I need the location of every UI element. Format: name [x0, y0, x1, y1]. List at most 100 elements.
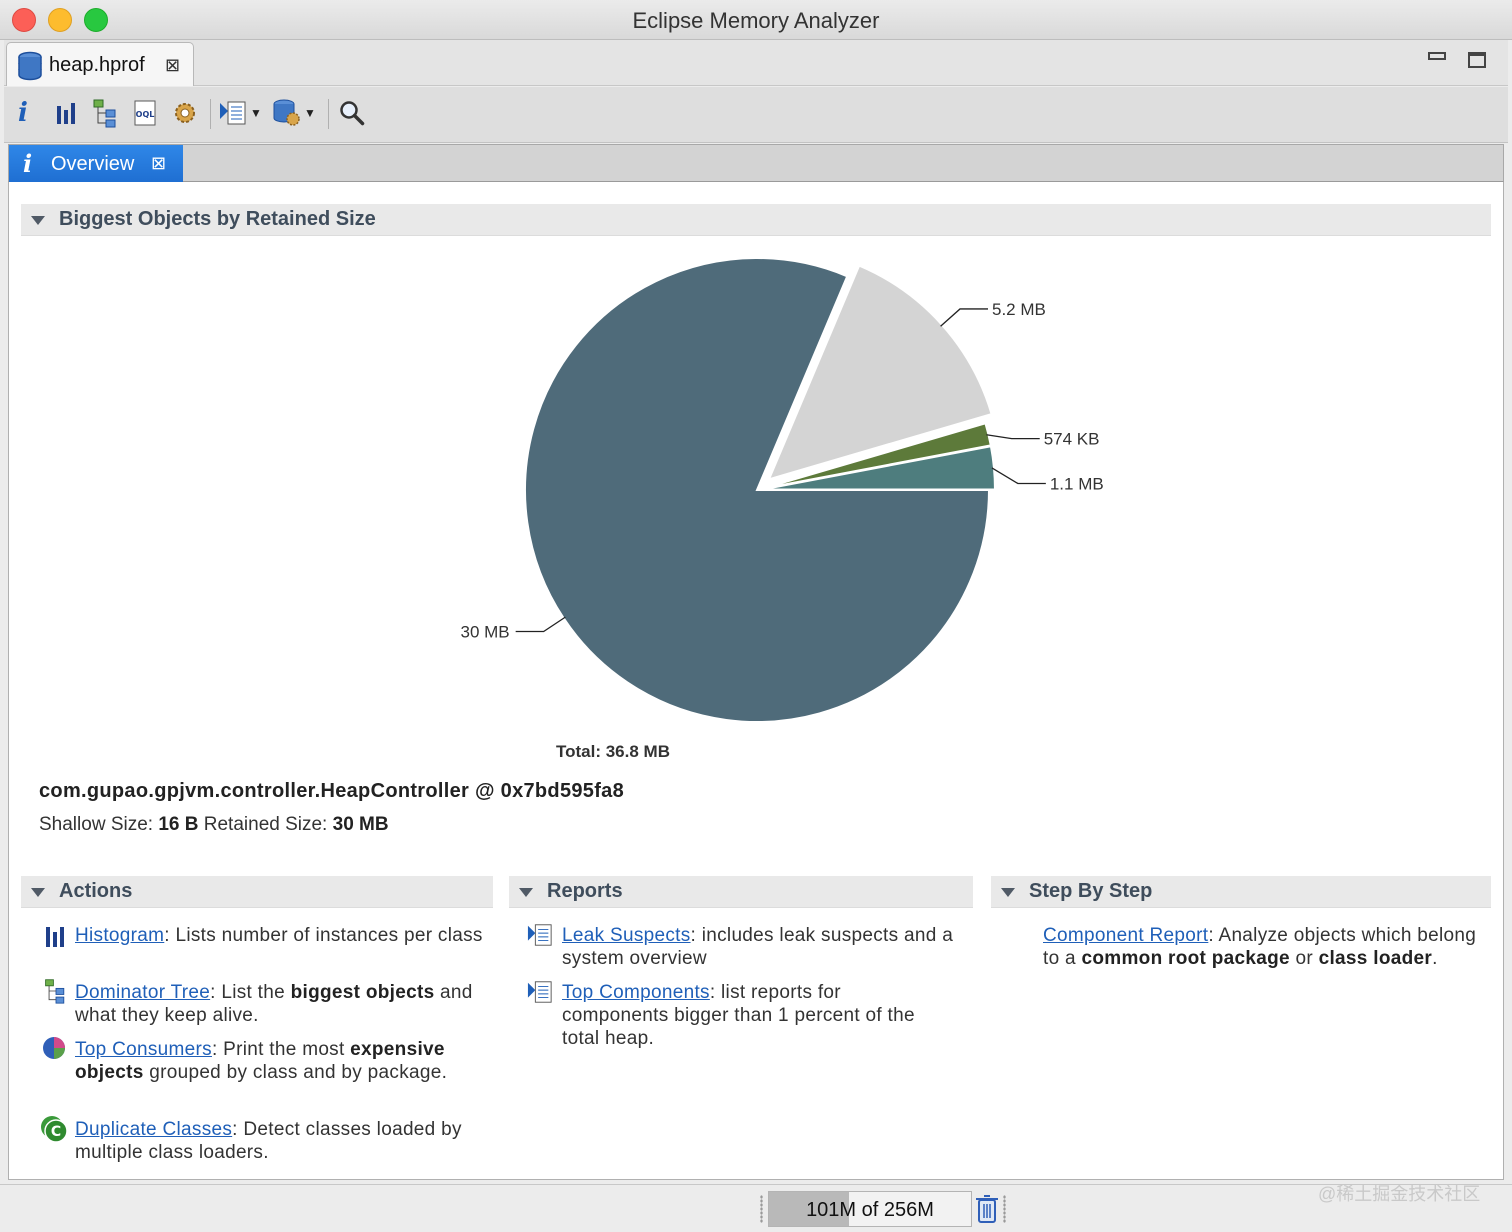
gear-icon — [175, 103, 195, 123]
chevron-down-icon[interactable]: ▼ — [304, 106, 316, 120]
top-consumers-text-1: Print the most — [223, 1039, 345, 1060]
editor-tab-heap[interactable]: heap.hprof ⊠ — [6, 42, 194, 86]
histogram-description: Lists number of instances per class — [175, 925, 483, 946]
oql-icon: OQL — [134, 100, 156, 126]
report-icon — [527, 981, 552, 1003]
window-title: Eclipse Memory Analyzer — [632, 8, 880, 33]
watermark: @稀土掘金技术社区 — [1318, 1184, 1481, 1204]
component-report-text-3: . — [1432, 948, 1438, 969]
svg-text:C: C — [51, 1124, 61, 1140]
retained-size-value: 30 MB — [332, 814, 389, 835]
duplicate-classes-link[interactable]: Duplicate Classes — [75, 1119, 232, 1140]
pie-leader-line — [515, 616, 566, 633]
collapse-triangle-icon — [31, 888, 45, 897]
step-component-report: Component Report: Analyze objects which … — [1043, 924, 1483, 970]
title-bar: Eclipse Memory Analyzer — [0, 0, 1512, 40]
action-top-consumers: Top Consumers: Print the most expensive … — [75, 1038, 485, 1084]
pie-total-label: Total: 36.8 MB — [556, 742, 670, 761]
heap-status[interactable]: 101M of 256M — [768, 1191, 972, 1227]
info-icon: i — [18, 98, 28, 128]
actions-title: Actions — [59, 880, 133, 902]
selected-object-sizes: Shallow Size: 16 B Retained Size: 30 MB — [39, 814, 389, 836]
status-grip — [1003, 1195, 1006, 1223]
heap-status-text: 101M of 256M — [806, 1199, 934, 1221]
pie-slice-label: 1.1 MB — [1050, 474, 1104, 493]
dominator-tree-text-1: List the — [221, 982, 285, 1003]
toolbar-separator — [328, 99, 329, 129]
chevron-down-icon[interactable]: ▼ — [250, 106, 262, 120]
item-separator: : — [690, 925, 697, 946]
svg-text:OQL: OQL — [136, 110, 155, 119]
step-by-step-title: Step By Step — [1029, 880, 1153, 902]
component-report-bold-1: common root package — [1081, 948, 1290, 969]
histogram-icon — [57, 103, 75, 124]
leak-suspects-link[interactable]: Leak Suspects — [562, 925, 691, 946]
oql-button[interactable]: OQL — [132, 97, 158, 129]
component-report-text-2: or — [1295, 948, 1314, 969]
query-browser-icon — [273, 99, 300, 126]
editor-tab-bar: heap.hprof ⊠ — [4, 40, 1508, 86]
overview-pane: Biggest Objects by Retained Size 30 MB 5.… — [8, 182, 1504, 1180]
dominator-tree-icon — [45, 979, 65, 1004]
find-object-button[interactable] — [338, 97, 366, 129]
pie-slice-label: 5.2 MB — [992, 300, 1046, 319]
pie-leader-line — [991, 467, 1046, 485]
toolbar: i OQL ▼ ▼ — [4, 87, 1508, 143]
status-bar: 101M of 256M — [0, 1184, 1512, 1232]
retained-size-label: Retained Size: — [203, 814, 328, 835]
info-icon: i — [23, 149, 33, 178]
query-browser-button[interactable]: ▼ — [272, 97, 316, 129]
dominator-tree-link[interactable]: Dominator Tree — [75, 982, 210, 1003]
component-report-bold-2: class loader — [1318, 948, 1433, 969]
histogram-button[interactable] — [54, 97, 80, 129]
dominator-tree-button[interactable] — [92, 97, 120, 129]
shallow-size-label: Shallow Size: — [39, 814, 154, 835]
pie-slice-label: 30 MB — [461, 623, 510, 642]
status-grip — [760, 1195, 763, 1223]
component-report-link[interactable]: Component Report — [1043, 925, 1208, 946]
item-separator: : — [211, 1039, 218, 1060]
shallow-size-value: 16 B — [158, 814, 199, 835]
item-separator: : — [1208, 925, 1214, 946]
reports-header[interactable]: Reports — [509, 876, 973, 908]
collapse-triangle-icon — [1001, 888, 1015, 897]
maximize-editor-button[interactable] — [1468, 52, 1486, 68]
report-leak-suspects: Leak Suspects: includes leak suspects an… — [562, 924, 962, 970]
histogram-link[interactable]: Histogram — [75, 925, 164, 946]
report-icon — [527, 924, 552, 946]
top-consumers-link[interactable]: Top Consumers — [75, 1039, 212, 1060]
minimize-editor-button[interactable] — [1428, 52, 1446, 60]
top-consumers-text-2: grouped by class and by package. — [149, 1062, 448, 1083]
step-by-step-header[interactable]: Step By Step — [991, 876, 1491, 908]
close-tab-icon[interactable]: ⊠ — [165, 55, 180, 76]
run-report-button[interactable]: ▼ — [218, 97, 262, 129]
top-components-link[interactable]: Top Components — [562, 982, 710, 1003]
item-separator: : — [709, 982, 716, 1003]
heap-dump-icon — [18, 51, 42, 81]
close-tab-icon[interactable]: ⊠ — [151, 153, 166, 174]
report-icon — [220, 101, 246, 125]
selected-object-name: com.gupao.gpjvm.controller.HeapControlle… — [39, 780, 625, 802]
histogram-icon — [46, 927, 64, 947]
duplicate-classes-icon: C — [41, 1116, 68, 1143]
toolbar-separator — [210, 99, 211, 129]
dominator-tree-icon — [93, 99, 116, 128]
report-top-components: Top Components: list reports for compone… — [562, 981, 932, 1050]
pie-slice-label: 574 KB — [1044, 430, 1100, 449]
action-dominator-tree: Dominator Tree: List the biggest objects… — [75, 981, 485, 1027]
item-separator: : — [232, 1119, 238, 1140]
view-tab-bar: i Overview ⊠ — [8, 144, 1504, 182]
thread-overview-button[interactable] — [170, 97, 200, 129]
retained-size-pie-chart: 30 MB 5.2 MB 574 KB 1.1 MB Total: 36.8 MB — [461, 257, 1104, 761]
tab-overview[interactable]: i Overview ⊠ — [9, 145, 183, 182]
overview-button[interactable]: i — [18, 97, 28, 129]
trash-icon[interactable] — [974, 1193, 1000, 1225]
actions-header[interactable]: Actions — [21, 876, 493, 908]
pie-leader-line — [940, 308, 988, 327]
action-duplicate-classes: Duplicate Classes: Detect classes loaded… — [75, 1118, 485, 1164]
pie-leader-line — [986, 434, 1040, 440]
item-separator: : — [164, 925, 170, 946]
tab-overview-label: Overview — [51, 153, 135, 175]
collapse-triangle-icon — [519, 888, 533, 897]
dominator-tree-bold: biggest objects — [290, 982, 435, 1003]
